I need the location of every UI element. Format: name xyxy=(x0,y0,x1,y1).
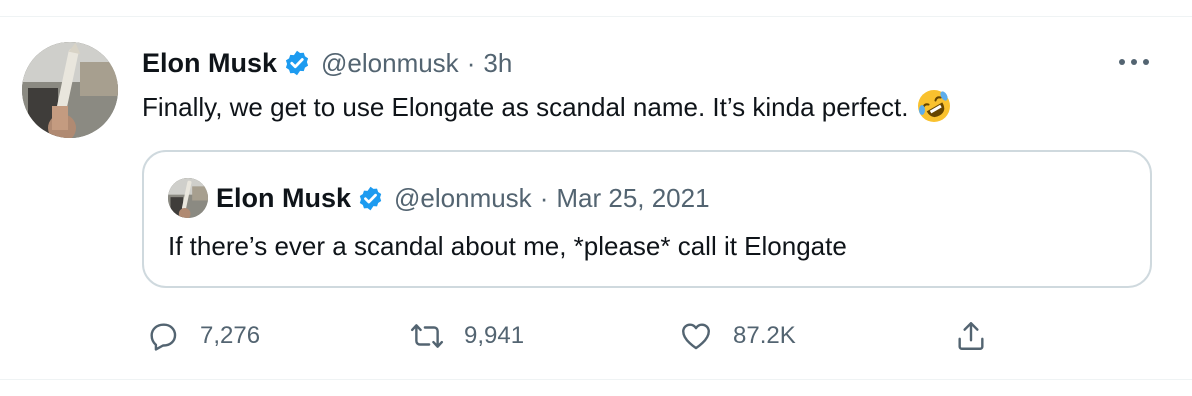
retweet-button[interactable]: 9,941 xyxy=(410,312,524,360)
share-button[interactable] xyxy=(954,312,988,360)
bottom-divider xyxy=(0,379,1192,380)
author-handle[interactable]: @elonmusk xyxy=(321,48,459,79)
separator-dot: · xyxy=(539,182,549,213)
verified-badge-icon xyxy=(359,186,382,210)
quoted-author-name: Elon Musk xyxy=(216,182,352,213)
quoted-author-handle: @elonmusk xyxy=(394,182,532,213)
heart-icon xyxy=(682,323,710,350)
rolling-on-floor-laughing-emoji xyxy=(918,90,951,122)
quoted-tweet-card[interactable]: Elon Musk @elonmusk · Mar 25, 2021 If th… xyxy=(142,150,1152,288)
avatar-photo xyxy=(22,42,118,138)
more-horizontal-icon xyxy=(1119,59,1149,65)
retweet-count: 9,941 xyxy=(464,322,525,349)
quoted-tweet-text: If there’s ever a scandal about me, *ple… xyxy=(168,231,847,261)
quoted-tweet-date: Mar 25, 2021 xyxy=(556,182,710,213)
more-options-button[interactable] xyxy=(1116,48,1152,76)
quoted-author-avatar xyxy=(168,178,208,218)
author-avatar[interactable] xyxy=(22,42,118,138)
author-name[interactable]: Elon Musk xyxy=(142,48,277,79)
tweet-time[interactable]: 3h xyxy=(483,48,512,79)
reply-button[interactable]: 7,276 xyxy=(146,312,260,360)
quoted-avatar-photo xyxy=(168,178,208,218)
tweet-body: Finally, we get to use Elongate as scand… xyxy=(142,88,952,126)
separator-dot: · xyxy=(466,47,476,78)
like-count: 87.2K xyxy=(733,322,796,349)
top-divider xyxy=(0,16,1192,17)
reply-icon xyxy=(150,323,177,351)
action-bar: 7,276 9,941 87.2K xyxy=(142,312,1152,360)
tweet-text: Finally, we get to use Elongate as scand… xyxy=(142,92,909,122)
verified-badge-icon xyxy=(285,50,309,76)
like-button[interactable]: 87.2K xyxy=(679,312,796,360)
share-icon xyxy=(958,322,984,350)
reply-count: 7,276 xyxy=(200,322,261,349)
retweet-icon xyxy=(410,324,444,348)
